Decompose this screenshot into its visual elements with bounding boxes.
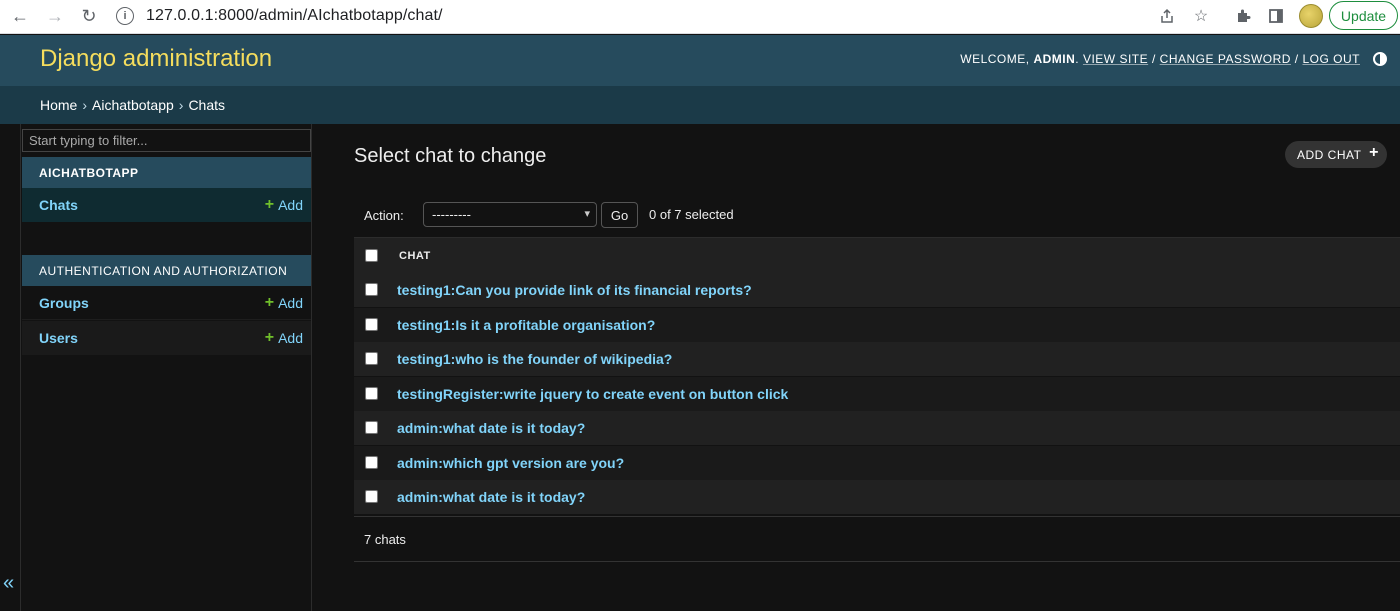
sidebar-item-label[interactable]: Groups (39, 295, 89, 311)
sidebar-item-users[interactable]: Users + Add (22, 321, 311, 355)
row-checkbox[interactable] (365, 318, 378, 331)
plus-icon: + (264, 196, 275, 213)
sidebar-item-label[interactable]: Users (39, 330, 78, 346)
breadcrumb-app[interactable]: Aichatbotapp (92, 97, 174, 113)
paginator: 7 chats (354, 516, 1400, 562)
table-row: admin:what date is it today? (354, 411, 1400, 446)
add-label[interactable]: Add (278, 330, 303, 346)
browser-update-button[interactable]: Update (1329, 1, 1398, 30)
breadcrumb-home[interactable]: Home (40, 97, 77, 113)
actions-bar: Action: --------- ▾ Go 0 of 7 selected (354, 196, 1400, 234)
bookmark-star-icon[interactable]: ☆ (1191, 6, 1211, 26)
theme-toggle-icon[interactable] (1373, 52, 1387, 66)
site-info-icon[interactable]: i (116, 7, 134, 25)
chevron-down-icon: ▾ (584, 208, 590, 220)
add-group-link[interactable]: + Add (265, 294, 303, 312)
share-icon[interactable] (1157, 6, 1177, 26)
module-caption-aichatbotapp[interactable]: AICHATBOTAPP (22, 157, 311, 188)
breadcrumb-separator: › (82, 97, 88, 113)
row-checkbox[interactable] (365, 387, 378, 400)
nav-sidebar: AICHATBOTAPP Chats +Add AUTHENTICATION A… (21, 124, 312, 611)
add-chat-label[interactable]: ADD CHAT (1297, 148, 1361, 162)
sidebar-toggle-strip[interactable]: « (0, 124, 21, 611)
breadcrumb-separator: › (178, 97, 184, 113)
action-label: Action: (364, 208, 404, 223)
table-row: testingRegister:write jquery to create e… (354, 377, 1400, 412)
table-row: admin:what date is it today? (354, 480, 1400, 515)
sidebar-item-chats[interactable]: Chats + Add (22, 188, 311, 222)
side-panel-icon[interactable] (1266, 6, 1286, 26)
breadcrumb-current: Chats (188, 97, 226, 113)
row-checkbox[interactable] (365, 456, 378, 469)
plus-icon: + (1369, 144, 1379, 161)
add-chat-link[interactable]: + Add (265, 196, 303, 214)
result-count: 7 chats (364, 532, 406, 547)
url-text[interactable]: 127.0.0.1:8000/admin/AIchatbotapp/chat/ (146, 7, 443, 25)
table-row: testing1:Can you provide link of its fin… (354, 273, 1400, 308)
sidebar-item-groups[interactable]: Groups + Add (22, 286, 311, 320)
back-icon[interactable]: ← (9, 5, 31, 27)
add-label[interactable]: Add (278, 197, 303, 213)
plus-icon: + (264, 293, 275, 311)
extensions-icon[interactable] (1233, 6, 1253, 26)
add-chat-button[interactable]: ADD CHAT + (1285, 141, 1387, 168)
chat-link[interactable]: testing1:Can you provide link of its fin… (397, 282, 752, 298)
nav-filter-input[interactable] (22, 129, 311, 152)
row-checkbox[interactable] (365, 352, 378, 365)
table-header: CHAT (354, 237, 1400, 273)
action-selected-value[interactable]: --------- (432, 207, 471, 222)
view-site-link[interactable]: VIEW SITE (1083, 52, 1148, 66)
row-checkbox[interactable] (365, 283, 378, 296)
selected-count: 0 of 7 selected (649, 207, 734, 222)
column-header-chat[interactable]: CHAT (399, 250, 431, 262)
username: ADMIN (1033, 52, 1076, 66)
go-button[interactable]: Go (601, 202, 638, 228)
site-name[interactable]: Django administration (40, 45, 272, 73)
browser-toolbar: ← → ↻ i 127.0.0.1:8000/admin/AIchatbotap… (0, 0, 1400, 34)
separator: / (1294, 52, 1299, 66)
add-user-link[interactable]: + Add (265, 329, 303, 347)
row-checkbox[interactable] (365, 490, 378, 503)
chat-link[interactable]: admin:what date is it today? (397, 420, 585, 436)
user-tools: WELCOME, ADMIN. VIEW SITE / CHANGE PASSW… (960, 52, 1360, 66)
chat-link[interactable]: testing1:who is the founder of wikipedia… (397, 351, 672, 367)
action-select[interactable]: --------- ▾ (423, 202, 597, 227)
select-all-checkbox[interactable] (365, 249, 378, 262)
change-password-link[interactable]: CHANGE PASSWORD (1160, 52, 1291, 66)
log-out-link[interactable]: LOG OUT (1302, 52, 1360, 66)
chat-link[interactable]: admin:which gpt version are you? (397, 455, 624, 471)
address-bar[interactable]: i 127.0.0.1:8000/admin/AIchatbotapp/chat… (110, 3, 1325, 29)
collapse-sidebar-icon[interactable]: « (3, 572, 14, 595)
reload-icon[interactable]: ↻ (78, 5, 100, 27)
welcome-text: WELCOME, (960, 52, 1030, 66)
site-header: Django administration WELCOME, ADMIN. VI… (0, 35, 1400, 86)
table-row: testing1:Is it a profitable organisation… (354, 308, 1400, 343)
table-row: testing1:who is the founder of wikipedia… (354, 342, 1400, 377)
module-caption-auth[interactable]: AUTHENTICATION AND AUTHORIZATION (22, 255, 311, 286)
separator: / (1151, 52, 1156, 66)
chat-link[interactable]: testingRegister:write jquery to create e… (397, 386, 788, 402)
page-title: Select chat to change (354, 145, 547, 167)
chat-link[interactable]: admin:what date is it today? (397, 489, 585, 505)
row-checkbox[interactable] (365, 421, 378, 434)
chat-link[interactable]: testing1:Is it a profitable organisation… (397, 317, 655, 333)
sidebar-item-label[interactable]: Chats (39, 197, 78, 213)
plus-icon: + (264, 329, 275, 346)
table-row: admin:which gpt version are you? (354, 446, 1400, 481)
breadcrumb: Home › Aichatbotapp › Chats (0, 86, 1400, 124)
forward-icon[interactable]: → (44, 5, 66, 27)
add-label[interactable]: Add (278, 295, 303, 311)
profile-avatar[interactable] (1299, 4, 1323, 28)
